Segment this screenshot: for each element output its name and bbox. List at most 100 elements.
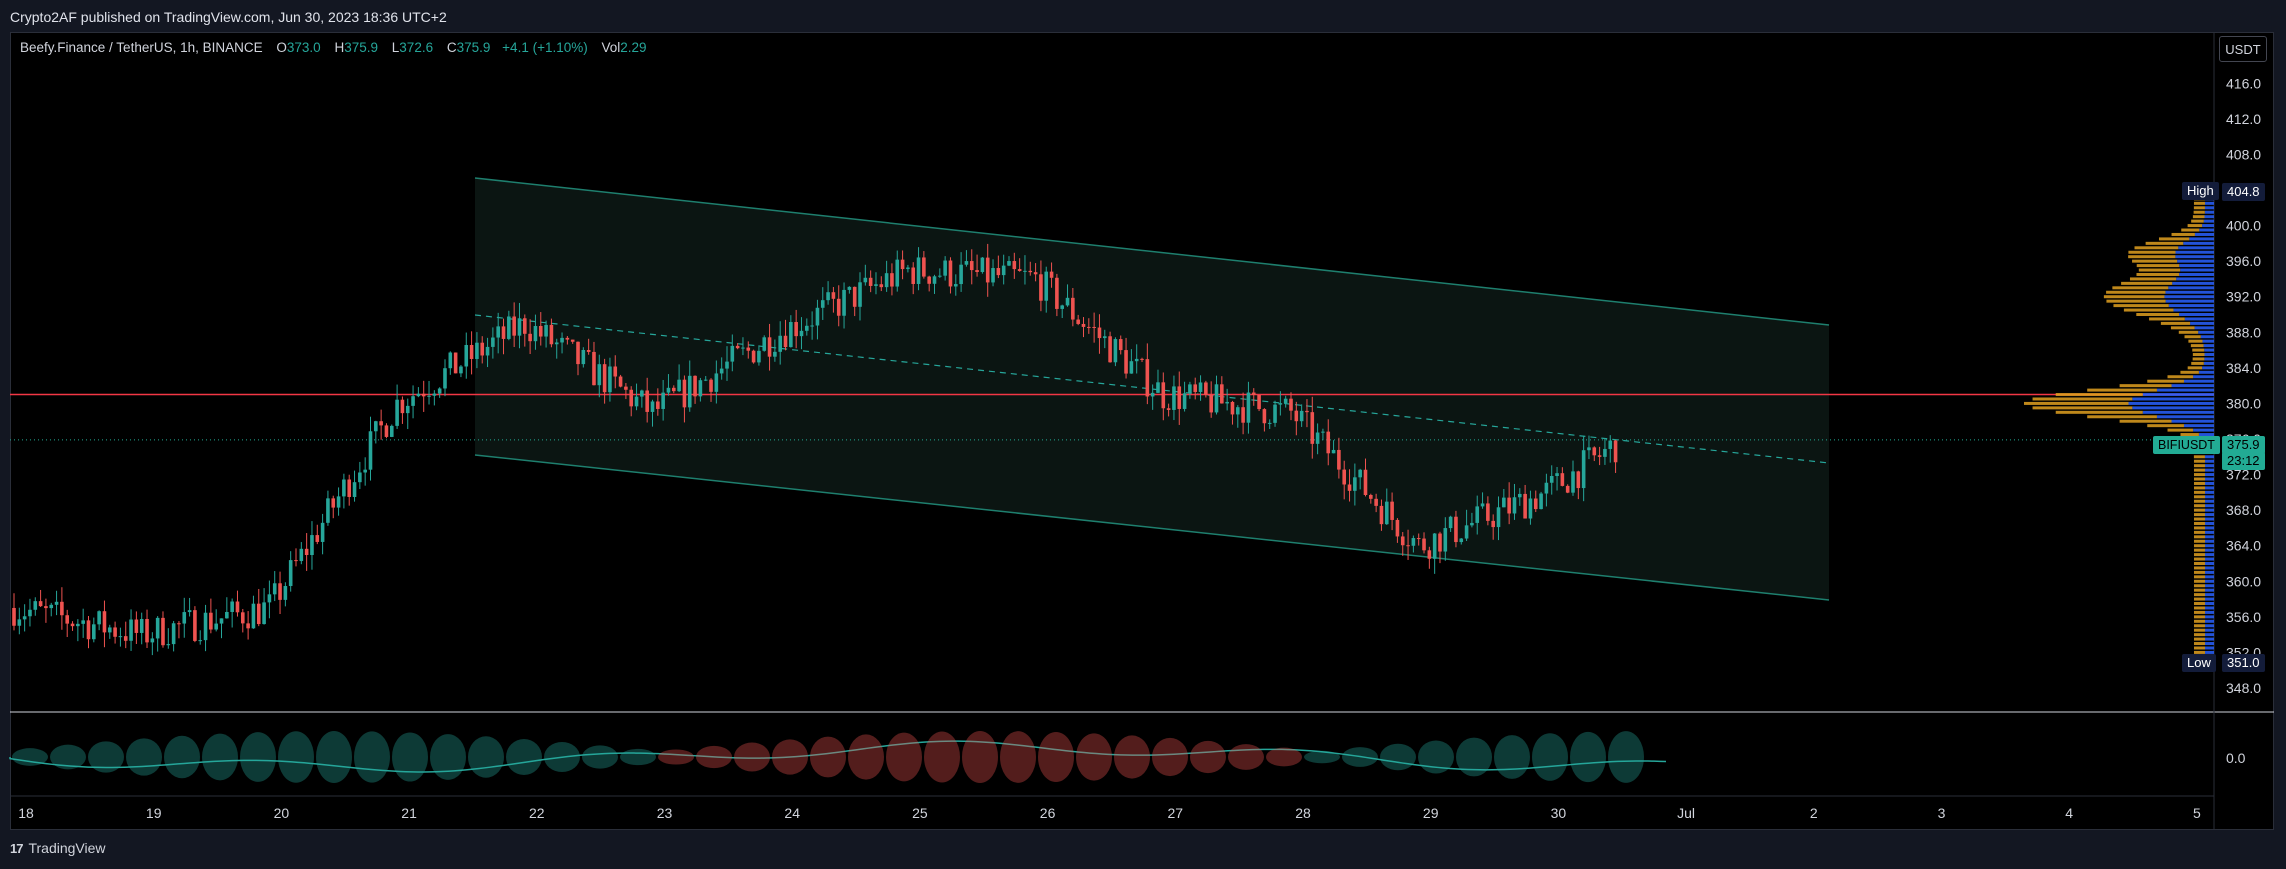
candle-body — [762, 337, 767, 351]
profile-bar-up — [2164, 295, 2214, 299]
oscillator-pane — [9, 731, 1667, 783]
profile-bar-up — [2165, 299, 2214, 303]
candle-body — [1331, 449, 1336, 454]
candle-body — [592, 351, 596, 386]
candle-body — [1246, 392, 1251, 423]
candle-body — [916, 257, 921, 284]
tradingview-logo-icon: 17 — [10, 840, 24, 856]
footer-brand[interactable]: 17 TradingView — [10, 840, 106, 856]
profile-bar-down — [2158, 237, 2190, 241]
profile-bar-up — [2177, 259, 2214, 263]
profile-bar-down — [2194, 481, 2205, 485]
candle-body — [618, 376, 623, 387]
oscillator-blob — [582, 745, 618, 769]
profile-bar-down — [2112, 286, 2169, 290]
profile-bar-up — [2205, 606, 2214, 610]
candle-body — [464, 344, 469, 367]
candle-body — [1134, 358, 1139, 362]
profile-bar-down — [2193, 468, 2205, 472]
date-tick-label: 21 — [401, 805, 417, 821]
candle-body — [240, 612, 245, 624]
candle-body — [326, 498, 330, 523]
profile-bar-down — [2194, 544, 2205, 548]
price-tick-label: 392.0 — [2226, 289, 2261, 305]
oscillator-blob — [1266, 747, 1302, 767]
oscillator-blob — [12, 748, 48, 766]
profile-bar-up — [2173, 308, 2214, 312]
candle-body — [741, 347, 745, 349]
profile-bar-down — [2106, 290, 2166, 294]
profile-bar-down — [2194, 597, 2205, 601]
profile-bar-up — [2172, 281, 2214, 285]
profile-bar-up — [2132, 397, 2214, 401]
candle-body — [1012, 261, 1017, 270]
candle-body — [118, 636, 123, 638]
candle-body — [475, 342, 479, 359]
candle-body — [1220, 384, 1224, 404]
oscillator-blob — [658, 749, 694, 765]
legend-close-value: 375.9 — [456, 40, 491, 55]
profile-bar-down — [2113, 304, 2169, 308]
date-axis: 18 19 20 21 22 23 24 25 26 27 28 29 30 Jul 2 3 4 5 — [18, 805, 2201, 821]
candle-body — [666, 387, 671, 393]
candle-body — [650, 401, 655, 412]
profile-bar-down — [2194, 566, 2205, 570]
candle-body — [134, 619, 139, 633]
candle-body — [1315, 432, 1320, 444]
candle-body — [948, 260, 953, 287]
profile-bar-down — [2194, 508, 2205, 512]
candle-body — [895, 259, 900, 287]
candle-body — [576, 341, 580, 365]
profile-bar-up — [2205, 548, 2214, 552]
profile-bar-down — [2193, 455, 2205, 459]
profile-bar-up — [2204, 206, 2214, 210]
candle-body — [1294, 410, 1299, 422]
oscillator-blob — [1190, 740, 1226, 774]
profile-bar-down — [2136, 272, 2180, 276]
oscillator-blob — [88, 741, 124, 773]
price-tick-label: 360.0 — [2226, 573, 2261, 589]
candle-body — [693, 375, 697, 397]
candle-body — [363, 469, 367, 473]
candle-body — [304, 548, 309, 556]
candle-body — [1028, 270, 1033, 273]
profile-bar-up — [2203, 344, 2214, 348]
candle-body — [310, 535, 314, 556]
currency-button[interactable]: USDT — [2219, 36, 2267, 62]
candle-body — [714, 373, 719, 392]
profile-bar-up — [2132, 406, 2214, 410]
legend-vol-label: Vol — [601, 40, 621, 55]
candle-body — [177, 623, 181, 625]
candle-body — [209, 612, 213, 630]
profile-bar-up — [2205, 602, 2214, 606]
candle-body — [794, 322, 798, 337]
profile-bar-up — [2205, 517, 2214, 521]
candle-body — [570, 339, 575, 342]
oscillator-blob — [772, 739, 808, 775]
profile-bar-up — [2202, 339, 2214, 343]
candle-body — [246, 623, 250, 629]
date-tick-label: 29 — [1423, 805, 1439, 821]
candle-body — [230, 601, 234, 612]
candle-body — [1278, 403, 1283, 405]
candle-body — [629, 389, 634, 407]
profile-bar-up — [2205, 539, 2214, 543]
profile-bar-down — [2123, 308, 2174, 312]
price-tick-label: 400.0 — [2226, 218, 2261, 234]
profile-bar-down — [2190, 344, 2204, 348]
profile-bar-up — [2204, 353, 2214, 357]
candle-body — [549, 324, 554, 345]
date-tick-label: 23 — [657, 805, 673, 821]
candle-body — [1156, 382, 1160, 393]
profile-bar-down — [2194, 628, 2205, 632]
legend-high-value: 375.9 — [344, 40, 379, 55]
candle-body — [416, 393, 421, 397]
candle-body — [656, 401, 660, 409]
price-chart[interactable]: 416.0412.0408.0404.0400.0396.0392.0388.0… — [0, 0, 2286, 869]
candle-body — [485, 346, 490, 356]
candle-body — [1267, 422, 1272, 424]
candle-body — [1576, 471, 1581, 489]
candle-body — [1172, 386, 1176, 410]
profile-bar-up — [2205, 642, 2214, 646]
candle-body — [735, 345, 740, 349]
